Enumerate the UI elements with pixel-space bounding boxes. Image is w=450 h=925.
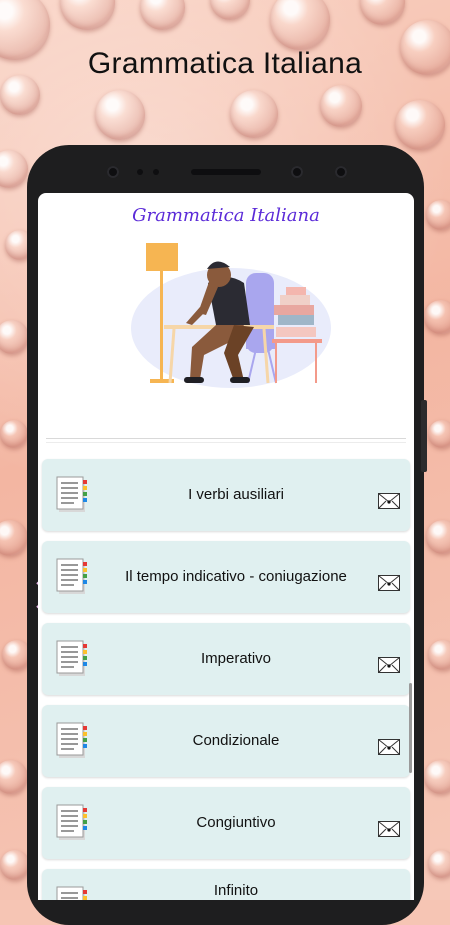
envelope-icon[interactable] — [378, 493, 400, 509]
phone-side-button — [421, 400, 427, 472]
front-camera-icon — [291, 166, 303, 178]
front-camera-icon — [107, 166, 119, 178]
envelope-icon[interactable] — [378, 657, 400, 673]
document-icon — [56, 640, 87, 676]
document-icon — [56, 886, 87, 900]
lesson-item-congiuntivo[interactable]: Congiuntivo — [42, 787, 410, 859]
lesson-item-tempo-indicativo[interactable]: Il tempo indicativo - coniugazione — [42, 541, 410, 613]
student-studying-illustration — [131, 243, 331, 388]
promo-headline: Grammatica Italiana — [87, 47, 363, 80]
lesson-item-verbi-ausiliari[interactable]: I verbi ausiliari — [42, 459, 410, 531]
document-icon — [56, 804, 87, 840]
front-camera-icon — [335, 166, 347, 178]
sensor-dot — [153, 169, 159, 175]
lesson-item-condizionale[interactable]: Condizionale — [42, 705, 410, 777]
app-screen: Grammatica Italiana I verbi ausiliari Il… — [38, 193, 414, 900]
envelope-icon[interactable] — [378, 575, 400, 591]
app-title: Grammatica Italiana — [132, 205, 320, 226]
lesson-item-label: Condizionale — [192, 732, 280, 749]
lesson-list: I verbi ausiliari Il tempo indicativo - … — [42, 459, 410, 900]
lesson-item-label: Infinito — [213, 882, 259, 899]
document-icon — [56, 558, 87, 594]
envelope-icon[interactable] — [378, 821, 400, 837]
envelope-icon[interactable] — [378, 739, 400, 755]
lesson-item-infinito[interactable]: Infinito — [42, 869, 410, 900]
document-icon — [56, 722, 87, 758]
lesson-item-label: Imperativo — [200, 650, 272, 667]
lesson-item-label: Il tempo indicativo - coniugazione — [125, 568, 347, 585]
section-divider — [46, 442, 406, 443]
lesson-item-label: Congiuntivo — [196, 814, 276, 831]
earpiece-speaker — [191, 169, 261, 175]
section-divider — [46, 438, 406, 439]
lesson-item-label: I verbi ausiliari — [188, 486, 284, 503]
lesson-item-imperativo[interactable]: Imperativo — [42, 623, 410, 695]
document-icon — [56, 476, 87, 512]
sensor-dot — [137, 169, 143, 175]
scrollbar[interactable] — [409, 683, 412, 773]
